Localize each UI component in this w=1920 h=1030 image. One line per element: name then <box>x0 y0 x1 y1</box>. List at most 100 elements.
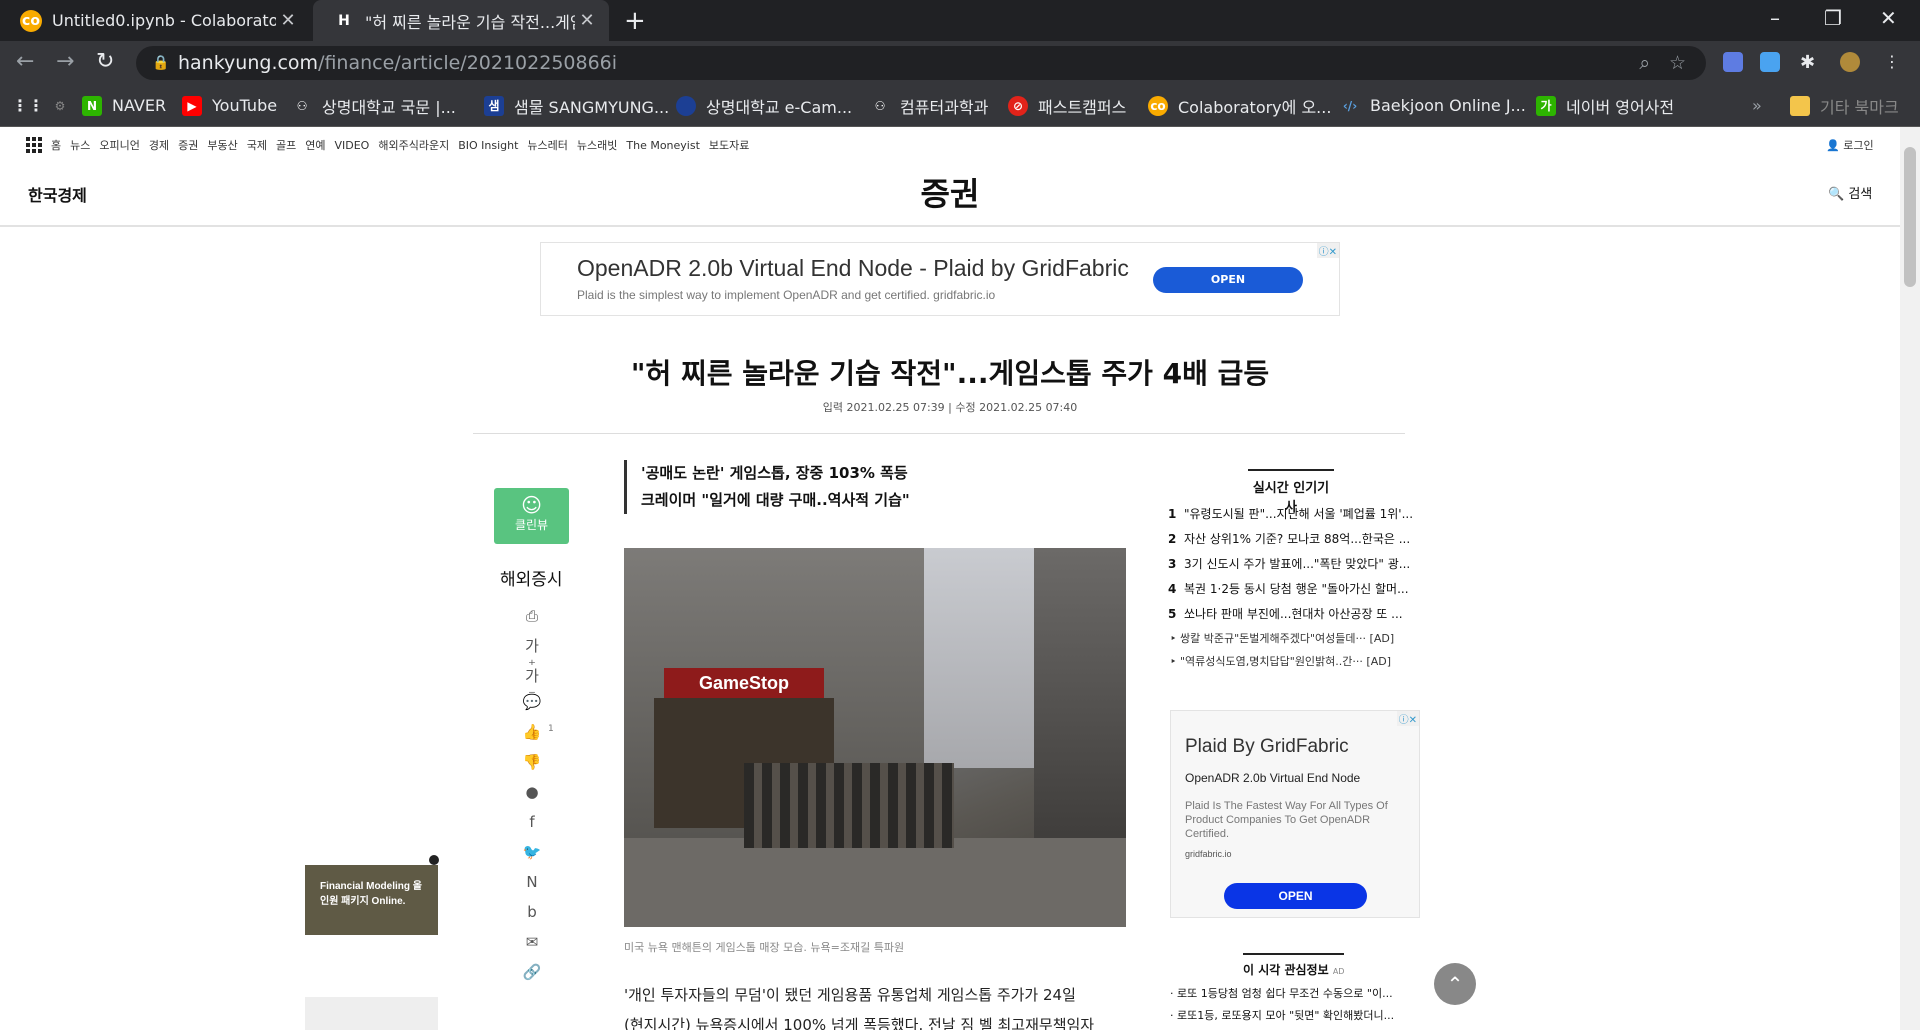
nav-video[interactable]: VIDEO <box>334 139 369 152</box>
right-ad-banner[interactable]: ⓘ✕ Plaid By GridFabric OpenADR 2.0b Virt… <box>1170 710 1420 918</box>
nav-stock[interactable]: 증권 <box>178 137 198 153</box>
nav-home[interactable]: 홈 <box>51 137 61 153</box>
dislike-icon[interactable]: 👎 <box>522 753 542 771</box>
page-viewport: 홈 뉴스 오피니언 경제 증권 부동산 국제 골프 연예 VIDEO 해외주식라… <box>0 127 1900 1030</box>
cs-icon: ⚇ <box>874 98 886 113</box>
photo-sign: GameStop <box>664 668 824 698</box>
popular-ad-item[interactable]: ‣ "역류성식도염,명치답답"원인밝혀..간··· [AD] <box>1170 653 1420 669</box>
email-icon[interactable]: ✉ <box>522 933 542 951</box>
naver-share-icon[interactable]: N <box>522 873 542 891</box>
scroll-to-top-button[interactable]: ⌃ <box>1434 963 1476 1005</box>
ad-subtitle: OpenADR 2.0b Virtual End Node <box>1185 771 1361 785</box>
menu-grid-icon[interactable] <box>26 137 42 153</box>
bookmark-cs[interactable]: ⚇ 컴퓨터과학과 <box>870 84 989 127</box>
nav-realestate[interactable]: 부동산 <box>207 137 237 153</box>
photo-street <box>624 838 1126 927</box>
popular-item[interactable]: 4 복권 1·2등 동시 당첨 행운 "돌아가신 할머... <box>1168 580 1418 597</box>
nav-opinion[interactable]: 오피니언 <box>99 137 139 153</box>
search-button[interactable]: 🔍 검색 <box>1828 183 1872 202</box>
new-tab-button[interactable]: + <box>624 6 646 36</box>
nav-press[interactable]: 보도자료 <box>709 137 749 153</box>
popular-item[interactable]: 2 자산 상위1% 기준? 모나코 88억...한국은 ... <box>1168 530 1418 547</box>
page-scrollbar[interactable] <box>1900 127 1920 1030</box>
close-tab-icon[interactable]: ✕ <box>575 10 599 31</box>
bookmark-sammul[interactable]: 샘 샘물 SANGMYUNG... <box>484 84 669 127</box>
nav-world[interactable]: 국제 <box>247 137 267 153</box>
like-icon[interactable]: 👍 <box>522 723 542 741</box>
popular-item[interactable]: 3 3기 신도시 주가 발표에..."폭탄 맞았다" 광... <box>1168 555 1418 572</box>
zoom-icon[interactable]: ⌕ <box>1639 46 1650 80</box>
reload-icon[interactable]: ↻ <box>96 49 114 74</box>
nav-bio[interactable]: BIO Insight <box>458 139 518 152</box>
summary-line-2: 크레이머 "일거에 대량 구매..역사적 기습" <box>641 491 910 509</box>
bookmark-dict[interactable]: 가 네이버 영어사전 <box>1536 84 1674 127</box>
twitter-icon[interactable]: 🐦 <box>522 843 542 861</box>
left-ad-banner[interactable]: Financial Modeling 올인원 패키지 Online. <box>305 865 438 935</box>
tab-colab[interactable]: co Untitled0.ipynb - Colaboratory ✕ <box>0 0 310 41</box>
forward-icon[interactable]: → <box>56 49 74 74</box>
close-tab-icon[interactable]: ✕ <box>276 10 300 31</box>
facebook-icon[interactable]: f <box>522 813 542 831</box>
bookmark-settings-icon[interactable]: ⚙ <box>50 84 80 127</box>
cleanview-button[interactable]: ☺ 클린뷰 <box>494 488 569 544</box>
ad-choices-icon[interactable]: ⓘ✕ <box>1316 243 1339 258</box>
scrollbar-thumb[interactable] <box>1904 147 1916 287</box>
tab-hankyung[interactable]: H "허 찌른 놀라운 기습 작전...게임스 ✕ <box>313 0 609 41</box>
top-ad-banner[interactable]: ⓘ✕ OpenADR 2.0b Virtual End Node - Plaid… <box>540 242 1340 316</box>
bookmark-naver[interactable]: N NAVER <box>82 84 166 127</box>
popular-ad-item[interactable]: ‣ 쌍칼 박준규"돈벌게해주겠다"여성들데··· [AD] <box>1170 630 1420 646</box>
band-icon[interactable]: b <box>522 903 542 921</box>
nav-economy[interactable]: 경제 <box>149 137 169 153</box>
nav-newsletter[interactable]: 뉴스레터 <box>527 137 567 153</box>
nav-newsrabbit[interactable]: 뉴스래빗 <box>577 137 617 153</box>
close-window-icon[interactable]: ✕ <box>1880 6 1897 30</box>
popular-item[interactable]: 1 "유령도시될 판"...지난해 서울 '폐업률 1위'... <box>1168 505 1418 522</box>
login-link[interactable]: 👤 로그인 <box>1826 137 1874 153</box>
nav-moneyist[interactable]: The Moneyist <box>626 139 700 152</box>
print-icon[interactable]: ⎙ <box>522 607 542 625</box>
puzzle-icon[interactable]: ✱ <box>1800 52 1820 73</box>
kakaotalk-icon[interactable]: ● <box>522 783 542 801</box>
menu-icon[interactable]: ⋮ <box>1884 52 1904 72</box>
summary-line-1: '공매도 논란' 게임스톱, 장중 103% 폭등 <box>641 464 908 482</box>
article-photo[interactable]: GameStop <box>624 548 1126 927</box>
popular-item[interactable]: 5 쏘나타 판매 부진에...현대차 아산공장 또 ... <box>1168 605 1418 622</box>
nav-news[interactable]: 뉴스 <box>70 137 90 153</box>
nav-global-stock[interactable]: 해외주식라운지 <box>378 137 449 153</box>
back-icon[interactable]: ← <box>16 49 34 74</box>
bookmarks-overflow[interactable]: » <box>1752 84 1762 127</box>
apps-icon[interactable]: ⋮⋮ <box>12 84 48 127</box>
avatar[interactable] <box>1840 52 1860 72</box>
minimize-icon[interactable]: – <box>1770 6 1780 30</box>
ad-headline: OpenADR 2.0b Virtual End Node - Plaid by… <box>577 255 1129 281</box>
comment-icon[interactable]: 💬 <box>522 693 542 711</box>
bookmark-youtube[interactable]: ▶ YouTube <box>182 84 277 127</box>
other-bookmarks[interactable]: 기타 북마크 <box>1790 84 1899 127</box>
bookmark-ecampus[interactable]: 상명대학교 e-Cam... <box>676 84 852 127</box>
bookmark-fastcampus[interactable]: ⊘ 패스트캠퍼스 <box>1008 84 1126 127</box>
nav-golf[interactable]: 골프 <box>276 137 296 153</box>
star-icon[interactable]: ☆ <box>1669 46 1686 80</box>
ad-choices-icon[interactable]: ⓘ✕ <box>1396 711 1419 726</box>
header-divider <box>0 225 1900 227</box>
site-topnav: 홈 뉴스 오피니언 경제 증권 부동산 국제 골프 연예 VIDEO 해외주식라… <box>26 137 749 153</box>
extension-icon[interactable] <box>1723 52 1743 72</box>
left-ad-banner-2[interactable] <box>305 997 438 1030</box>
bookmarks-bar: ⋮⋮ ⚙ N NAVER ▶ YouTube ⚇ 상명대학교 국문 |... 샘 샘물 … <box>0 84 1920 127</box>
interest-item[interactable]: · 로또1등, 로또용지 모아 "뒷면" 확인해봤더니... <box>1170 1007 1420 1023</box>
link-icon[interactable]: 🔗 <box>522 963 542 981</box>
bookmark-colab[interactable]: co Colaboratory에 오... <box>1148 84 1331 127</box>
hankyung-icon: H <box>338 12 350 29</box>
cloud-extension-icon[interactable] <box>1760 52 1780 72</box>
bookmark-smu[interactable]: ⚇ 상명대학교 국문 |... <box>292 84 456 127</box>
article-body: '개인 투자자들의 무덤'이 됐던 게임용품 유통업체 게임스톱 주가가 24일… <box>624 980 1134 1030</box>
ad-open-button[interactable]: OPEN <box>1153 267 1303 293</box>
nav-entertainment[interactable]: 연예 <box>305 137 325 153</box>
ad-info-icon[interactable] <box>429 855 439 865</box>
bookmark-baekjoon[interactable]: ‹/› Baekjoon Online J... <box>1340 84 1526 127</box>
ad-open-button[interactable]: OPEN <box>1224 883 1367 909</box>
photo-right-building <box>1034 548 1126 848</box>
restore-icon[interactable]: ❐ <box>1824 6 1842 30</box>
interest-item[interactable]: · 로또 1등당첨 엄청 쉽다 무조건 수동으로 "이... <box>1170 985 1420 1001</box>
url-input[interactable]: 🔒 hankyung.com/finance/article/202102250… <box>136 46 1706 80</box>
